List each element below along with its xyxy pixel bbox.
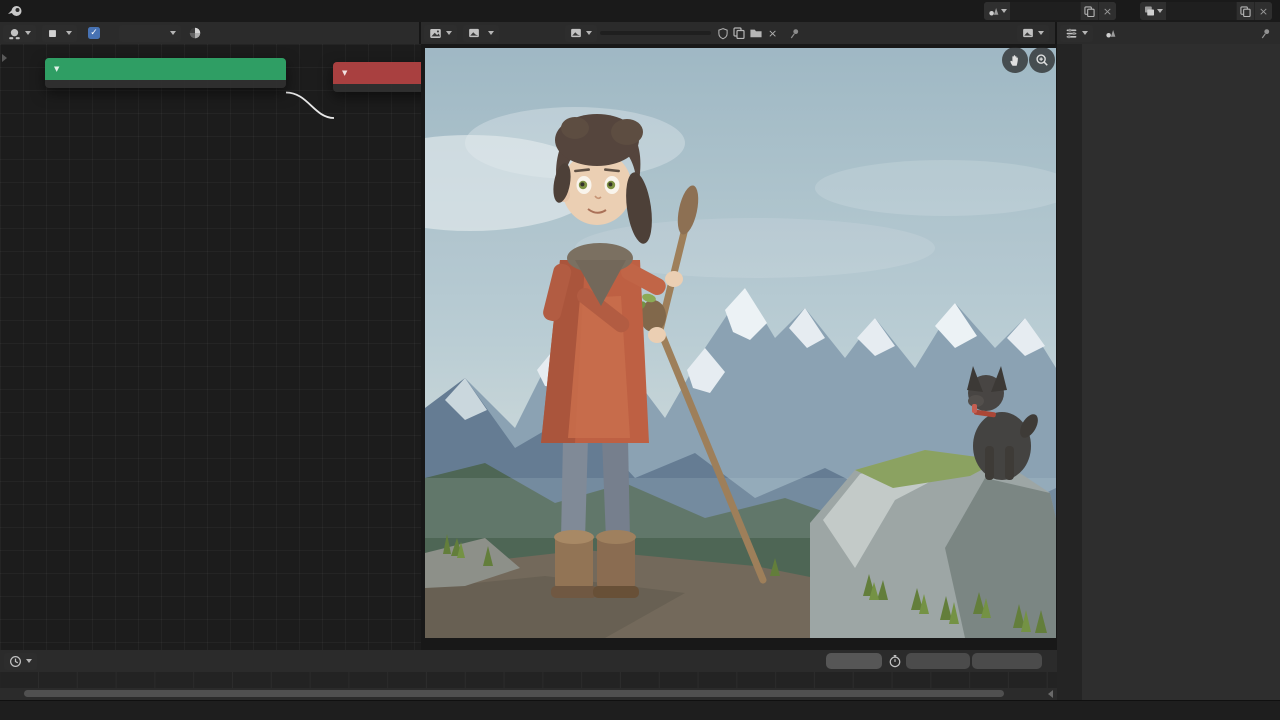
display-channels-dropdown[interactable] — [1017, 25, 1049, 42]
node-header[interactable]: ▼ — [45, 58, 286, 80]
frame-end-field[interactable] — [972, 653, 1042, 669]
properties-editor-icon — [1065, 27, 1078, 40]
properties-header — [1057, 22, 1280, 44]
image-editor-header: × — [421, 22, 1057, 44]
unpack-folder-icon[interactable] — [749, 27, 763, 39]
collapse-triangle-icon[interactable]: ▼ — [54, 65, 59, 73]
pin-icon[interactable] — [789, 27, 801, 40]
pin-icon[interactable] — [1260, 27, 1272, 40]
properties-content — [1082, 44, 1280, 700]
frame-start-field[interactable] — [906, 653, 970, 669]
image-datablock-name[interactable] — [600, 31, 711, 35]
image-editor[interactable] — [421, 44, 1057, 650]
slot-dropdown[interactable] — [119, 25, 181, 42]
stopwatch-icon[interactable] — [888, 654, 902, 668]
blender-window: × × — [0, 0, 1280, 720]
scene-name[interactable] — [1010, 2, 1080, 20]
node-link-noodle — [0, 44, 421, 650]
unlink-icon[interactable]: × — [768, 27, 777, 40]
display-view-dropdown[interactable] — [463, 25, 499, 42]
view-layer-selector[interactable]: × — [1140, 2, 1272, 20]
editor-type-button[interactable] — [424, 25, 457, 42]
scene-selector[interactable]: × — [984, 2, 1116, 20]
node-header[interactable]: ▼ — [333, 62, 421, 84]
view-layer-icon[interactable] — [1140, 2, 1166, 20]
scrollbar-collapse-icon[interactable] — [1048, 690, 1053, 698]
image-editor-icon — [429, 27, 442, 40]
fake-user-shield-icon[interactable] — [717, 27, 729, 40]
image-datablock-icon[interactable] — [565, 25, 597, 42]
principled-bsdf-node[interactable]: ▼ — [45, 58, 286, 88]
hand-icon — [1008, 53, 1022, 67]
horizontal-scrollbar[interactable] — [24, 690, 1004, 697]
shader-type-dropdown[interactable] — [42, 25, 77, 42]
magnifier-plus-icon — [1035, 53, 1049, 67]
editor-type-button[interactable] — [3, 25, 36, 42]
material-sphere-icon[interactable] — [188, 26, 202, 40]
close-icon[interactable]: × — [1254, 2, 1272, 20]
object-icon — [47, 28, 58, 39]
editor-type-button[interactable] — [4, 653, 37, 670]
status-bar — [0, 700, 1280, 720]
scene-icon — [1104, 27, 1117, 39]
collapse-triangle-icon[interactable]: ▼ — [342, 69, 347, 77]
timeline-scroll-area — [0, 688, 1057, 700]
timeline-header — [0, 650, 1057, 672]
timeline-ruler[interactable] — [0, 672, 1057, 688]
shader-editor-header: ✓ — [0, 22, 421, 44]
timeline-editor[interactable] — [0, 650, 1057, 700]
scene-icon[interactable] — [984, 2, 1010, 20]
blender-logo-icon[interactable] — [7, 4, 23, 18]
properties-panel — [1057, 44, 1280, 700]
breadcrumb — [1104, 27, 1122, 39]
shader-node-editor[interactable]: ▼ ▼ — [0, 44, 421, 650]
shader-editor-icon — [8, 27, 21, 40]
editor-type-button[interactable] — [1060, 25, 1093, 42]
image-icon — [468, 27, 480, 39]
close-icon[interactable]: × — [1098, 2, 1116, 20]
material-output-node[interactable]: ▼ — [333, 62, 421, 92]
pan-view-button[interactable] — [1002, 47, 1028, 73]
properties-tab-strip — [1057, 44, 1082, 700]
current-frame-field[interactable] — [826, 653, 882, 669]
render-image — [425, 48, 1056, 638]
copy-icon[interactable] — [733, 27, 745, 39]
use-nodes-checkbox[interactable]: ✓ — [88, 27, 100, 39]
copy-icon[interactable] — [1080, 2, 1098, 20]
topbar: × × — [0, 0, 1280, 22]
clock-icon — [9, 655, 22, 668]
zoom-button[interactable] — [1029, 47, 1055, 73]
view-layer-name[interactable] — [1166, 2, 1236, 20]
copy-icon[interactable] — [1236, 2, 1254, 20]
